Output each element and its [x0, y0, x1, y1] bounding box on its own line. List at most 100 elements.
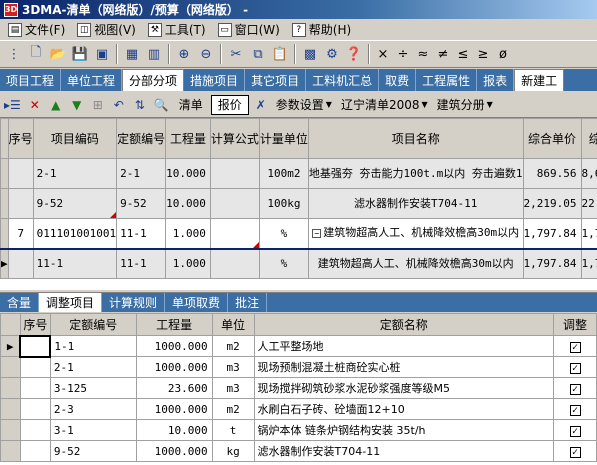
calculator-icon[interactable]: ▩	[300, 44, 320, 64]
table-row[interactable]: 9-52 1000.000 kg 滤水器制作安装T704-11 ✓	[0, 440, 597, 462]
open-folder-icon[interactable]: 📂	[48, 44, 68, 64]
adjust-checkbox[interactable]: ✓	[569, 446, 581, 458]
tab-content[interactable]: 含量	[0, 293, 40, 312]
tab-measures[interactable]: 措施项目	[184, 69, 246, 91]
tab-fees[interactable]: 取费	[379, 69, 417, 91]
unit-cell[interactable]: m2	[211, 335, 255, 357]
params-dropdown[interactable]: 参数设置 ▼	[273, 95, 335, 115]
quota-cell[interactable]: 2-1	[49, 356, 137, 378]
row-handle[interactable]	[0, 398, 21, 420]
not-equal-icon[interactable]: ≠	[434, 44, 452, 64]
tab-unit-project[interactable]: 单位工程	[61, 69, 123, 91]
divide-icon[interactable]: ÷	[394, 44, 412, 64]
quota-cell[interactable]: 3-1	[49, 419, 137, 441]
table-row[interactable]: 2-1 2-1 10.000 100m2 地基强夯 夯击能力100t.m以内 夯…	[0, 158, 597, 189]
adjust-cell[interactable]: ✓	[553, 356, 597, 378]
zoom-in-icon[interactable]: ⊕	[174, 44, 194, 64]
total-cell[interactable]: 22,1	[580, 188, 597, 219]
col-unit[interactable]: 计量单位	[258, 118, 309, 159]
quota-name-cell[interactable]: 现场预制混凝土桩商砼实心桩	[253, 356, 555, 378]
table-row[interactable]: ▶ 11-1 11-1 1.000 % 建筑物超高人工、机械降效檐高30m以内 …	[0, 247, 597, 279]
qty-cell[interactable]: 1.000	[165, 247, 211, 279]
adjust-cell[interactable]: ✓	[553, 335, 597, 357]
quota-cell[interactable]: 9-52	[116, 188, 167, 219]
tab-materials-summary[interactable]: 工料机汇总	[306, 69, 380, 91]
total-cell[interactable]: 1,7	[580, 218, 597, 249]
tree-icon[interactable]: ⊞	[89, 95, 107, 115]
seq-cell[interactable]	[19, 356, 51, 378]
price-cell[interactable]: 2,219.05	[522, 188, 582, 219]
tab-adjust-items[interactable]: 调整项目	[39, 293, 103, 312]
col-quota[interactable]: 定额编号	[116, 118, 167, 159]
table-row[interactable]: 2-3 1000.000 m2 水刷白石子砖、砼墙面12+10 ✓	[0, 398, 597, 420]
row-selected-pointer-icon[interactable]: ▶	[0, 335, 21, 357]
grid-view-icon[interactable]: ▦	[122, 44, 142, 64]
quota-cell[interactable]: 11-1	[116, 218, 167, 249]
unit-cell[interactable]: kg	[211, 440, 255, 462]
seq-cell[interactable]: 7	[7, 218, 34, 249]
quota-name-cell[interactable]: 水刷白石子砖、砼墙面12+10	[253, 398, 555, 420]
new-file-icon[interactable]: 🗋	[26, 44, 46, 64]
quota-cell[interactable]: 3-125	[49, 377, 137, 399]
quota-name-cell[interactable]: 锅炉本体 链条炉钢结构安装 35t/h	[253, 419, 555, 441]
tab-single-fee[interactable]: 单项取费	[165, 293, 229, 312]
col-unit[interactable]: 单位	[211, 313, 255, 336]
quota-name-cell[interactable]: 现场搅拌砌筑砂浆水泥砂浆强度等级M5	[253, 377, 555, 399]
unit-cell[interactable]: 100m2	[258, 158, 309, 189]
zoom-out-icon[interactable]: ⊖	[196, 44, 216, 64]
seq-cell[interactable]	[19, 334, 52, 358]
quota-cell[interactable]: 9-52	[49, 440, 137, 462]
seq-cell[interactable]	[7, 158, 34, 189]
save-icon[interactable]: 💾	[70, 44, 90, 64]
formula-cell[interactable]	[209, 247, 260, 279]
col-quota-name[interactable]: 定额名称	[253, 313, 555, 336]
adjust-checkbox[interactable]: ✓	[569, 383, 581, 395]
quota-cell[interactable]: 2-1	[116, 158, 167, 189]
tab-properties[interactable]: 工程属性	[416, 69, 478, 91]
col-name[interactable]: 项目名称	[307, 118, 524, 159]
insert-list-icon[interactable]: ▸☰	[2, 95, 23, 115]
code-cell[interactable]: 011101001001	[32, 218, 118, 249]
menu-window[interactable]: ▭ 窗口(W)	[212, 20, 286, 39]
unit-cell[interactable]: 100kg	[258, 188, 309, 219]
menu-help[interactable]: ? 帮助(H)	[286, 20, 357, 39]
col-qty[interactable]: 工程量	[165, 118, 211, 159]
quota-name-cell[interactable]: 人工平整场地	[253, 335, 555, 357]
seq-cell[interactable]	[19, 440, 51, 462]
adjust-checkbox[interactable]: ✓	[569, 425, 581, 437]
seq-cell[interactable]	[7, 247, 34, 279]
adjust-cell[interactable]: ✓	[553, 440, 597, 462]
quota-cell[interactable]: 11-1	[116, 247, 167, 279]
qty-cell[interactable]: 1000.000	[135, 356, 213, 378]
table-row[interactable]: ▶ 1-1 1000.000 m2 人工平整场地 ✓	[0, 334, 597, 358]
code-cell[interactable]: 9-52	[32, 188, 118, 219]
adjust-cell[interactable]: ✓	[553, 377, 597, 399]
approx-icon[interactable]: ≈	[414, 44, 432, 64]
unit-cell[interactable]: %	[258, 218, 309, 249]
col-price[interactable]: 综合单价	[522, 118, 582, 159]
unit-cell[interactable]: m2	[211, 398, 255, 420]
table-row[interactable]: 7 011101001001 11-1 1.000 % − 建筑物超高人工、机械降…	[0, 218, 597, 249]
qty-cell[interactable]: 1000.000	[135, 335, 213, 357]
collapse-icon[interactable]: −	[312, 229, 322, 239]
row-handle[interactable]	[0, 419, 21, 441]
total-cell[interactable]: 8,6	[580, 158, 597, 189]
col-adjust[interactable]: 调整	[553, 313, 597, 336]
seq-cell[interactable]	[19, 419, 51, 441]
name-cell[interactable]: − 建筑物超高人工、机械降效檐高30m以内	[307, 218, 524, 249]
table-row[interactable]: 3-125 23.600 m3 现场搅拌砌筑砂浆水泥砂浆强度等级M5 ✓	[0, 377, 597, 399]
tab-other-items[interactable]: 其它项目	[245, 69, 307, 91]
qty-cell[interactable]: 23.600	[135, 377, 213, 399]
tab-calc-rules[interactable]: 计算规则	[102, 293, 166, 312]
col-quota[interactable]: 定额编号	[49, 313, 137, 336]
layout-icon[interactable]: ▥	[144, 44, 164, 64]
col-seq[interactable]: 序号	[7, 118, 34, 159]
quota-cell[interactable]: 2-3	[49, 398, 137, 420]
price-button[interactable]: 报价	[210, 94, 249, 115]
price-cell[interactable]: 1,797.84	[522, 218, 582, 249]
col-code[interactable]: 项目编码	[32, 118, 118, 159]
adjust-cell[interactable]: ✓	[553, 419, 597, 441]
row-handle[interactable]	[0, 218, 9, 249]
col-formula[interactable]: 计算公式	[209, 118, 260, 159]
greater-equal-icon[interactable]: ≥	[474, 44, 492, 64]
